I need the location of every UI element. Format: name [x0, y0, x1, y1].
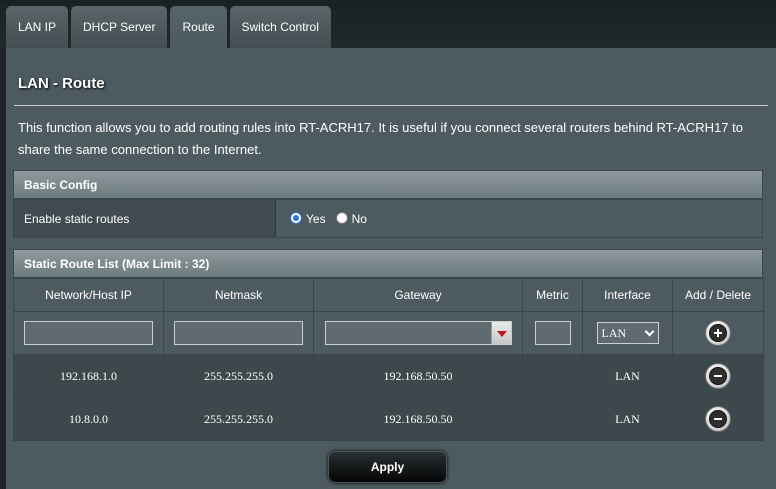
table-row: 192.168.1.0 255.255.255.0 192.168.50.50 …	[13, 354, 764, 398]
radio-no[interactable]	[335, 211, 348, 224]
col-netmask: Netmask	[163, 278, 314, 312]
input-row: LAN	[13, 311, 764, 355]
radio-yes-label: Yes	[306, 211, 326, 226]
route-table: Network/Host IP Netmask Gateway Metric I…	[13, 278, 764, 441]
add-route-button[interactable]	[705, 320, 731, 346]
table-header-row: Network/Host IP Netmask Gateway Metric I…	[13, 278, 764, 312]
static-routes-label: Enable static routes	[14, 200, 276, 237]
page-title: LAN - Route	[18, 75, 105, 92]
tab-lan-ip[interactable]: LAN IP	[6, 6, 69, 48]
tab-bar: LAN IP DHCP Server Route Switch Control	[6, 6, 334, 48]
page-description: This function allows you to add routing …	[18, 120, 743, 157]
plus-circle-icon	[709, 324, 727, 342]
row-netmask: 255.255.255.0	[163, 354, 314, 398]
minus-circle-icon	[709, 410, 727, 428]
interface-select-value: LAN	[601, 325, 627, 340]
interface-select[interactable]: LAN	[596, 322, 659, 344]
row-gateway: 192.168.50.50	[313, 354, 523, 398]
title-divider	[14, 105, 768, 106]
col-gateway: Gateway	[313, 278, 523, 312]
col-interface: Interface	[582, 278, 673, 312]
static-routes-options: Yes No	[276, 200, 762, 237]
chevron-down-icon	[644, 326, 654, 336]
col-metric: Metric	[522, 278, 583, 312]
apply-button[interactable]: Apply	[328, 451, 447, 483]
delete-route-button[interactable]	[705, 406, 731, 432]
row-interface: LAN	[582, 354, 673, 398]
row-network: 10.8.0.0	[13, 397, 164, 441]
network-input[interactable]	[24, 321, 153, 345]
gateway-input[interactable]	[324, 321, 512, 345]
tab-label: LAN IP	[18, 20, 57, 34]
col-network: Network/Host IP	[13, 278, 164, 312]
tab-label: DHCP Server	[83, 20, 156, 34]
row-metric	[522, 354, 583, 398]
tab-dhcp-server[interactable]: DHCP Server	[71, 6, 168, 48]
table-row: 10.8.0.0 255.255.255.0 192.168.50.50 LAN	[13, 397, 764, 441]
static-routes-row: Enable static routes Yes No	[13, 199, 763, 238]
delete-route-button[interactable]	[705, 363, 731, 389]
tab-switch-control[interactable]: Switch Control	[229, 6, 331, 48]
row-interface: LAN	[582, 397, 673, 441]
row-metric	[522, 397, 583, 441]
row-gateway: 192.168.50.50	[313, 397, 523, 441]
radio-yes[interactable]	[290, 211, 302, 224]
row-netmask: 255.255.255.0	[163, 397, 314, 441]
tab-label: Route	[182, 20, 215, 34]
content-panel: LAN - Route This function allows you to …	[6, 48, 776, 489]
basic-config-header: Basic Config	[13, 170, 763, 199]
radio-no-label: No	[351, 211, 367, 226]
red-triangle-down-icon[interactable]	[490, 322, 511, 344]
row-network: 192.168.1.0	[13, 354, 164, 398]
col-add-delete: Add / Delete	[672, 278, 764, 312]
minus-circle-icon	[709, 367, 727, 385]
netmask-input[interactable]	[174, 321, 303, 345]
tab-label: Switch Control	[241, 20, 319, 34]
metric-input[interactable]	[534, 321, 571, 345]
route-list-header: Static Route List (Max Limit : 32)	[13, 249, 763, 278]
tab-route[interactable]: Route	[170, 6, 227, 48]
